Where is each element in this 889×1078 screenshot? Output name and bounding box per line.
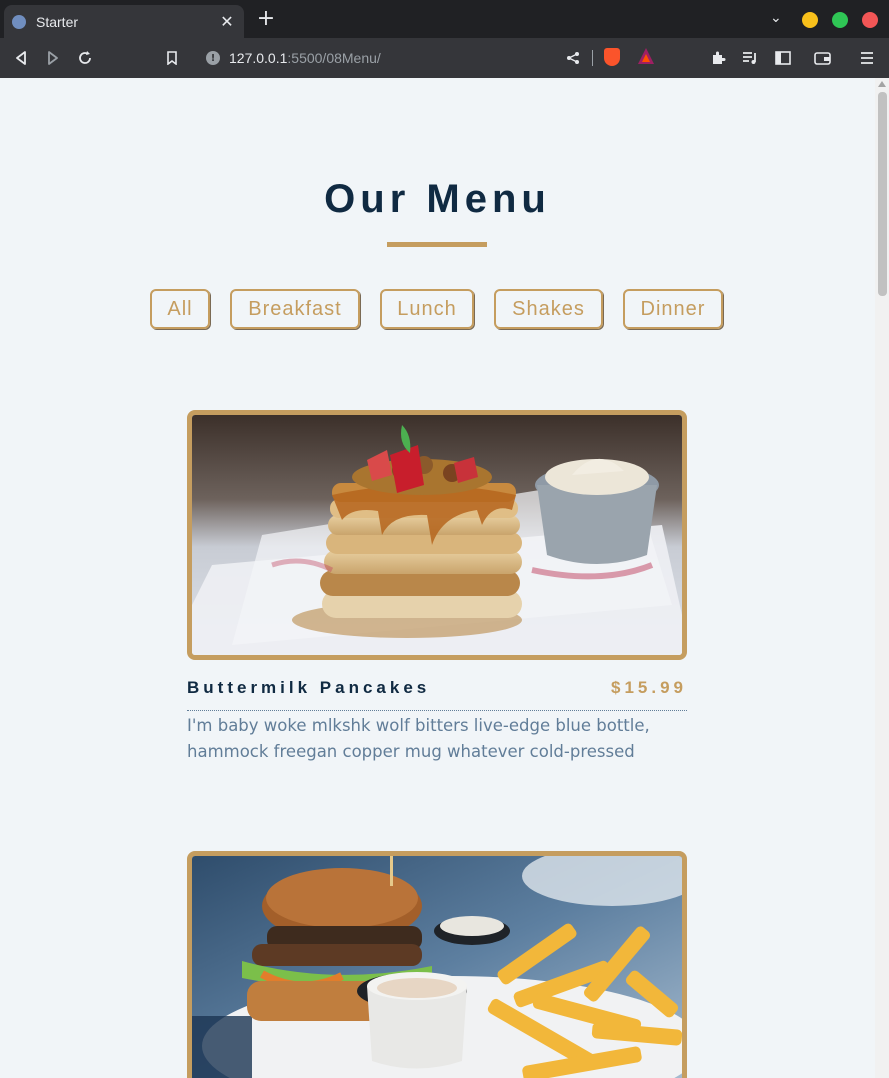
title-underline [387,242,487,247]
chevron-down-icon[interactable]: ⌄ [770,10,782,26]
share-icon[interactable] [561,46,585,70]
new-tab-icon[interactable]: + [254,6,278,31]
page-scrollbar[interactable] [875,78,889,1078]
filter-lunch-button[interactable]: Lunch [380,289,474,329]
wallet-icon[interactable] [811,46,835,70]
globe-icon [12,14,26,29]
close-window-button[interactable] [862,12,878,28]
url-text: 127.0.0.1:5500/08Menu/ [229,50,381,66]
menu-item-name: Buttermilk Pancakes [187,678,431,697]
forward-icon[interactable] [41,46,65,70]
menu-icon[interactable] [855,46,879,70]
maximize-window-button[interactable] [832,12,848,28]
pancakes-photo [187,410,687,660]
page-title: Our Menu [324,177,551,221]
filter-breakfast-button[interactable]: Breakfast [230,289,360,329]
menu-item-description: I'm baby woke mlkshk wolf bitters live-e… [187,716,650,761]
brave-shields-icon[interactable] [604,48,620,66]
sidebar-icon[interactable] [771,46,795,70]
menu-item: Buttermilk Pancakes $15.99 I'm baby woke… [187,410,687,761]
menu-item-price: $15.99 [611,678,687,697]
minimize-window-button[interactable] [802,12,818,28]
close-tab-icon[interactable]: ✕ [218,12,236,31]
url-host: 127.0.0.1 [229,50,288,66]
filter-all-button[interactable]: All [150,289,210,329]
extensions-icon[interactable] [706,46,730,70]
filter-shakes-button[interactable]: Shakes [494,289,603,329]
menu-item-header: Buttermilk Pancakes $15.99 [187,678,687,711]
brave-rewards-icon[interactable] [638,48,654,64]
burger-photo [187,851,687,1078]
reload-icon[interactable] [73,46,97,70]
back-icon[interactable] [9,46,33,70]
filter-dinner-button[interactable]: Dinner [623,289,723,329]
browser-tab-bar: Starter ✕ + ⌄ [0,0,889,38]
site-info-icon[interactable]: ! [206,51,220,65]
scrollbar-thumb[interactable] [878,92,887,296]
address-bar[interactable]: ! 127.0.0.1:5500/08Menu/ [198,44,598,72]
menu-item [187,851,687,1078]
scroll-up-icon[interactable] [878,81,886,87]
tab-title: Starter [36,13,79,30]
page-viewport: Our Menu All Breakfast Lunch Shakes Dinn… [0,78,875,1078]
browser-toolbar: ! 127.0.0.1:5500/08Menu/ [0,38,889,78]
url-path: :5500/08Menu/ [287,50,381,66]
toolbar-divider [592,50,593,66]
media-playlist-icon[interactable] [738,46,762,70]
bookmark-icon[interactable] [160,46,184,70]
browser-tab[interactable]: Starter ✕ [4,5,244,38]
